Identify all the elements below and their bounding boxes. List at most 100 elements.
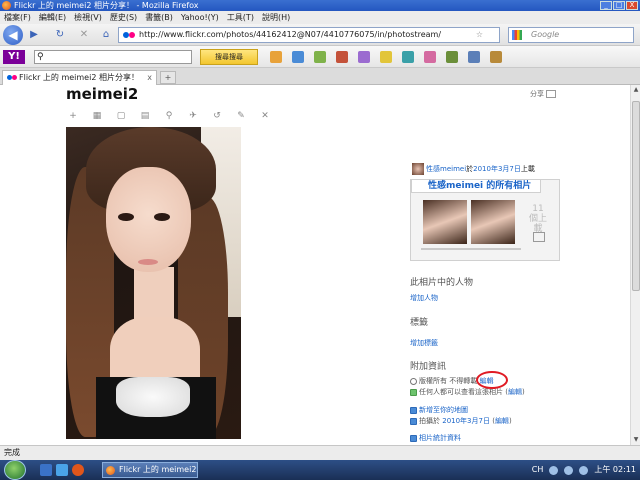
zoom-icon[interactable]: ⚲ bbox=[164, 111, 174, 121]
scroll-thumb[interactable] bbox=[632, 101, 640, 291]
firefox-icon bbox=[106, 466, 115, 475]
add-to-group-icon[interactable]: ▢ bbox=[116, 111, 126, 121]
menu-bookmarks[interactable]: 書籤(B) bbox=[145, 11, 173, 24]
toolbar-app-icon[interactable] bbox=[446, 51, 458, 63]
menu-file[interactable]: 檔案(F) bbox=[4, 11, 31, 24]
slideshow-icon[interactable] bbox=[533, 232, 545, 242]
show-desktop-icon[interactable] bbox=[40, 464, 52, 476]
toolbar-app-icon[interactable] bbox=[314, 51, 326, 63]
window-titlebar: Flickr 上的 meimei2 相片分享！ - Mozilla Firefo… bbox=[0, 0, 640, 11]
url-text: http://www.flickr.com/photos/44162412@N0… bbox=[139, 30, 442, 39]
bookmark-star-icon[interactable]: ☆ bbox=[476, 28, 483, 42]
search-placeholder: Google bbox=[531, 30, 560, 39]
google-icon bbox=[512, 30, 522, 40]
navigation-toolbar: ◀ ▶ ↻ ✕ ⌂ http://www.flickr.com/photos/4… bbox=[0, 24, 640, 46]
stream-scroller[interactable] bbox=[421, 248, 521, 250]
menu-history[interactable]: 歷史(S) bbox=[110, 11, 137, 24]
add-people-link[interactable]: 增加人物 bbox=[410, 293, 438, 303]
firefox-icon bbox=[2, 1, 11, 10]
map-icon bbox=[410, 406, 417, 414]
status-bar: 完成 bbox=[0, 445, 640, 460]
network-icon[interactable] bbox=[564, 465, 574, 475]
taken-date-link[interactable]: 2010年3月7日 bbox=[442, 417, 490, 425]
edit-icon[interactable]: ✎ bbox=[236, 111, 246, 121]
yahoo-search-input[interactable]: ⚲ bbox=[34, 50, 192, 64]
maximize-button[interactable]: □ bbox=[613, 1, 625, 10]
more-uploads[interactable]: 11 個上載 bbox=[525, 204, 551, 234]
firefox-quicklaunch-icon[interactable] bbox=[72, 464, 84, 476]
blog-this-icon[interactable]: ▤ bbox=[140, 111, 150, 121]
url-bar[interactable]: http://www.flickr.com/photos/44162412@N0… bbox=[118, 27, 500, 43]
clock[interactable]: 上午 02:11 bbox=[594, 460, 636, 480]
add-favorite-icon[interactable]: + bbox=[68, 111, 78, 121]
menu-yahoo[interactable]: Yahoo!(Y) bbox=[181, 11, 219, 24]
menu-bar: 檔案(F) 編輯(E) 檢視(V) 歷史(S) 書籤(B) Yahoo!(Y) … bbox=[0, 11, 640, 24]
yahoo-search-button[interactable]: 搜尋搜尋 bbox=[200, 49, 258, 65]
rotate-icon[interactable]: ↺ bbox=[212, 111, 222, 121]
avatar[interactable] bbox=[412, 163, 424, 175]
toolbar-app-icon[interactable] bbox=[468, 51, 480, 63]
photo-actions: + ▦ ▢ ▤ ⚲ ✈ ↺ ✎ ✕ bbox=[68, 111, 270, 121]
new-tab-button[interactable]: + bbox=[160, 71, 176, 84]
add-tags-link[interactable]: 增加標籤 bbox=[410, 338, 438, 348]
delete-icon[interactable]: ✕ bbox=[260, 111, 270, 121]
window-title: Flickr 上的 meimei2 相片分享！ - Mozilla Firefo… bbox=[14, 1, 199, 10]
photo-stats-link[interactable]: 相片統計資料 bbox=[419, 434, 461, 442]
scroll-up-icon[interactable]: ▲ bbox=[631, 85, 640, 95]
upload-date-link[interactable]: 2010年3月7日 bbox=[473, 165, 521, 173]
menu-view[interactable]: 檢視(V) bbox=[74, 11, 102, 24]
toolbar-app-icon[interactable] bbox=[270, 51, 282, 63]
status-text: 完成 bbox=[4, 448, 20, 457]
toolbar-app-icon[interactable] bbox=[336, 51, 348, 63]
toolbar-app-icon[interactable] bbox=[380, 51, 392, 63]
yahoo-logo[interactable]: Y! bbox=[3, 50, 25, 64]
taken-edit-link[interactable]: 編輯 bbox=[495, 417, 509, 425]
toolbar-app-icon[interactable] bbox=[358, 51, 370, 63]
photostream-title[interactable]: 性感meimei 的所有相片 bbox=[411, 179, 541, 193]
tab-close-icon[interactable]: x bbox=[147, 71, 152, 84]
more-label: 個上載 bbox=[528, 214, 547, 234]
vertical-scrollbar[interactable]: ▲ ▼ bbox=[630, 85, 640, 445]
reload-button[interactable]: ↻ bbox=[52, 27, 68, 43]
start-button[interactable] bbox=[4, 460, 26, 480]
stream-thumbnail[interactable] bbox=[423, 200, 467, 244]
toolbar-app-icon[interactable] bbox=[402, 51, 414, 63]
main-photo[interactable] bbox=[66, 127, 241, 439]
toolbar-app-icon[interactable] bbox=[490, 51, 502, 63]
stream-thumbnail[interactable] bbox=[471, 200, 515, 244]
add-to-set-icon[interactable]: ▦ bbox=[92, 111, 102, 121]
search-icon: ⚲ bbox=[37, 52, 44, 62]
tab-label: Flickr 上的 meimei2 相片分享！ bbox=[19, 73, 139, 82]
share-button[interactable]: 分享 bbox=[530, 89, 556, 99]
toolbar-app-icon[interactable] bbox=[424, 51, 436, 63]
send-icon[interactable]: ✈ bbox=[188, 111, 198, 121]
home-button[interactable]: ⌂ bbox=[98, 27, 114, 43]
stop-button[interactable]: ✕ bbox=[76, 27, 92, 43]
forward-button[interactable]: ▶ bbox=[26, 27, 42, 43]
visibility-edit-link[interactable]: 編輯 bbox=[508, 388, 522, 396]
language-indicator[interactable]: CH bbox=[532, 460, 544, 480]
volume-icon[interactable] bbox=[579, 465, 589, 475]
search-input[interactable]: Google bbox=[508, 27, 634, 43]
back-button[interactable]: ◀ bbox=[3, 25, 23, 45]
toolbar-icons bbox=[270, 51, 502, 63]
menu-tools[interactable]: 工具(T) bbox=[227, 11, 254, 24]
visibility-line: 任何人都可以查看這張相片 (編輯) bbox=[410, 387, 525, 397]
menu-edit[interactable]: 編輯(E) bbox=[39, 11, 66, 24]
tab-flickr[interactable]: Flickr 上的 meimei2 相片分享！ x bbox=[2, 70, 157, 85]
taken-line: 拍攝於 2010年3月7日 (編輯) bbox=[410, 416, 512, 426]
taskbar-firefox-item[interactable]: Flickr 上的 meimei2... bbox=[102, 462, 198, 478]
page-title: meimei2 bbox=[66, 85, 139, 103]
close-window-button[interactable]: X bbox=[626, 1, 638, 10]
add-to-map-link[interactable]: 新增至你的地圖 bbox=[419, 406, 468, 414]
stats-icon bbox=[410, 434, 417, 442]
minimize-button[interactable]: _ bbox=[600, 1, 612, 10]
photo-sidebar: 性感meimei於2010年3月7日上載 性感meimei 的所有相片 11 個… bbox=[410, 163, 570, 261]
flickr-favicon-icon bbox=[7, 75, 17, 80]
toolbar-app-icon[interactable] bbox=[292, 51, 304, 63]
owner-link[interactable]: 性感meimei bbox=[426, 165, 466, 173]
menu-help[interactable]: 說明(H) bbox=[262, 11, 290, 24]
tray-icon[interactable] bbox=[549, 465, 559, 475]
ie-icon[interactable] bbox=[56, 464, 68, 476]
scroll-down-icon[interactable]: ▼ bbox=[631, 435, 640, 445]
